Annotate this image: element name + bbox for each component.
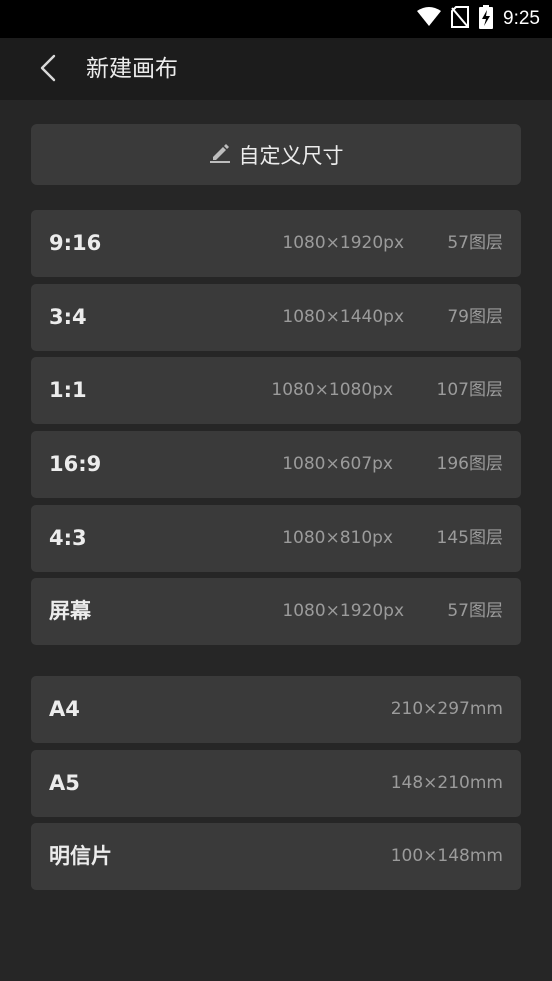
preset-size: 1080×607px [282, 454, 393, 474]
preset-size: 1080×1920px [282, 233, 404, 253]
status-bar: 9:25 [0, 0, 552, 38]
preset-name: 9:16 [49, 231, 102, 255]
preset-layers: 57图层 [447, 601, 503, 621]
preset-row-3-4[interactable]: 3:4 1080×1440px 79图层 [31, 284, 521, 351]
preset-layers: 145图层 [436, 528, 503, 548]
paper-row-postcard[interactable]: 明信片 100×148mm [31, 823, 521, 890]
custom-size-button[interactable]: 自定义尺寸 [31, 124, 521, 185]
paper-size: 210×297mm [390, 699, 503, 719]
battery-charging-icon [479, 5, 494, 33]
no-sim-icon [451, 6, 470, 32]
custom-size-label: 自定义尺寸 [238, 143, 344, 168]
preset-layers: 196图层 [436, 454, 503, 474]
status-icons: 9:25 [417, 0, 540, 38]
preset-layers: 57图层 [447, 233, 503, 253]
chevron-left-icon [39, 54, 57, 86]
paper-size: 100×148mm [390, 846, 503, 866]
preset-layers: 79图层 [447, 307, 503, 327]
page-title: 新建画布 [86, 56, 178, 82]
pencil-icon [209, 142, 231, 168]
preset-size: 1080×1440px [282, 307, 404, 327]
preset-row-1-1[interactable]: 1:1 1080×1080px 107图层 [31, 357, 521, 424]
preset-row-screen[interactable]: 屏幕 1080×1920px 57图层 [31, 578, 521, 645]
preset-row-9-16[interactable]: 9:16 1080×1920px 57图层 [31, 210, 521, 277]
preset-name: 3:4 [49, 305, 87, 329]
preset-row-16-9[interactable]: 16:9 1080×607px 196图层 [31, 431, 521, 498]
preset-name: 屏幕 [49, 599, 91, 623]
status-time: 9:25 [503, 8, 540, 29]
preset-size: 1080×810px [282, 528, 393, 548]
preset-name: 4:3 [49, 526, 87, 550]
preset-size: 1080×1920px [282, 601, 404, 621]
top-app-bar: 新建画布 [0, 38, 552, 100]
paper-row-a4[interactable]: A4 210×297mm [31, 676, 521, 743]
wifi-icon [417, 7, 442, 31]
preset-size: 1080×1080px [271, 380, 393, 400]
paper-name: A4 [49, 697, 80, 721]
preset-layers: 107图层 [436, 380, 503, 400]
paper-name: A5 [49, 771, 80, 795]
preset-row-4-3[interactable]: 4:3 1080×810px 145图层 [31, 505, 521, 572]
paper-size: 148×210mm [390, 773, 503, 793]
preset-name: 1:1 [49, 378, 87, 402]
preset-name: 16:9 [49, 452, 102, 476]
paper-name: 明信片 [49, 844, 112, 868]
paper-row-a5[interactable]: A5 148×210mm [31, 750, 521, 817]
back-button[interactable] [28, 50, 68, 90]
